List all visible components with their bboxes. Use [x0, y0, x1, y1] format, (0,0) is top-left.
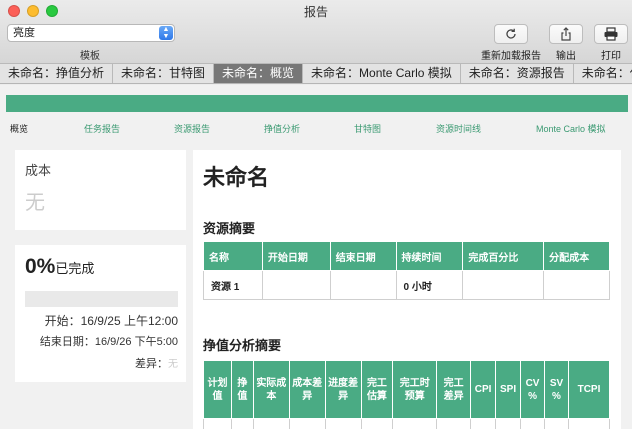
start-date: 开始：16/9/25 上午12:00: [44, 314, 178, 328]
project-summary-card: 未命名 资源摘要 名称 开始日期 结束日期 持续时间 完成百分比 分配成本 资源…: [193, 150, 621, 429]
column-header: 完成百分比: [462, 241, 545, 271]
table-cell: [360, 418, 394, 429]
table-cell: [392, 418, 438, 429]
cost-value: 无: [25, 192, 45, 214]
tab-overview[interactable]: 未命名：概览: [214, 64, 304, 83]
reload-report-button[interactable]: [494, 24, 528, 44]
report-nav-ev-analysis[interactable]: 挣值分析: [264, 122, 300, 135]
ev-summary-table: 计划值 挣值 实际成本 成本差异 进度差异 完工估算 完工时预算 完工差异 CP…: [203, 360, 611, 429]
column-header: 完工估算: [360, 360, 394, 419]
print-label: 打印: [601, 51, 621, 62]
table-row[interactable]: 资源 1 0 小时: [203, 270, 610, 300]
column-header: 计划值: [203, 360, 232, 419]
tab-gantt[interactable]: 未命名：甘特图: [113, 64, 215, 83]
cost-title: 成本: [25, 163, 52, 178]
ev-table-header-row: 计划值 挣值 实际成本 成本差异 进度差异 完工估算 完工时预算 完工差异 CP…: [203, 360, 611, 419]
table-cell: [567, 418, 611, 429]
export-button[interactable]: [549, 24, 583, 44]
column-header: 持续时间: [395, 241, 464, 271]
column-header: SPI: [495, 360, 522, 419]
table-cell: [462, 270, 545, 300]
table-cell: [203, 418, 232, 429]
reload-icon: [506, 28, 516, 39]
theme-select-value: 亮度: [13, 27, 35, 39]
report-nav-overview[interactable]: 概览: [10, 122, 28, 135]
table-row[interactable]: [203, 418, 611, 429]
report-nav-monte-carlo[interactable]: Monte Carlo 模拟: [536, 122, 606, 135]
theme-label: 模板: [80, 51, 100, 62]
column-header: CV %: [520, 360, 546, 419]
column-header: 结束日期: [329, 241, 397, 271]
print-button[interactable]: [594, 24, 628, 44]
export-label: 输出: [556, 51, 576, 62]
printer-icon: [604, 27, 618, 41]
resource-summary-table: 名称 开始日期 结束日期 持续时间 完成百分比 分配成本 资源 1 0 小时: [203, 241, 610, 300]
window-titlebar: 报告 亮度 ▲ ▼ 模板 重新加载报告 输出 打印: [0, 0, 632, 64]
resource-summary-title: 资源摘要: [203, 221, 256, 236]
completion-percent-suffix: 已完成: [55, 261, 95, 276]
ev-summary-title: 挣值分析摘要: [203, 338, 282, 353]
table-cell: [288, 418, 326, 429]
column-header: 进度差异: [324, 360, 362, 419]
table-cell: [470, 418, 497, 429]
table-cell: [230, 418, 254, 429]
reload-report-label: 重新加载报告: [481, 51, 541, 62]
column-header: 完工差异: [436, 360, 472, 419]
end-date: 结束日期：16/9/26 下午5:00: [39, 336, 178, 348]
report-view: 概览 任务报告 资源报告 挣值分析 甘特图 资源时间线 Monte Carlo …: [0, 85, 632, 429]
column-header: TCPI: [567, 360, 611, 419]
chevron-updown-icon: ▲ ▼: [159, 26, 173, 40]
table-cell: 资源 1: [203, 270, 263, 300]
column-header: 分配成本: [543, 241, 610, 271]
table-cell: [544, 418, 569, 429]
column-header: 名称: [203, 241, 263, 271]
report-nav-task-report[interactable]: 任务报告: [84, 122, 120, 135]
variance-value: 无: [168, 359, 178, 370]
resource-table-header-row: 名称 开始日期 结束日期 持续时间 完成百分比 分配成本: [203, 241, 610, 271]
column-header: SV %: [544, 360, 569, 419]
completion-progress-bar: [25, 291, 178, 307]
table-cell: [261, 270, 331, 300]
report-nav-resource-timeline[interactable]: 资源时间线: [436, 122, 481, 135]
report-header-bar: [6, 95, 628, 112]
column-header: 成本差异: [288, 360, 326, 419]
tab-resource-report[interactable]: 未命名：资源报告: [461, 64, 574, 83]
table-cell: [520, 418, 546, 429]
column-header: 完工时预算: [392, 360, 438, 419]
cost-card: 成本 无: [15, 150, 186, 230]
document-tabs: 未命名：挣值分析 未命名：甘特图 未命名：概览 未命名：Monte Carlo …: [0, 64, 632, 84]
share-icon: [561, 27, 571, 41]
completion-percent-value: 0%: [25, 255, 56, 278]
table-cell: [252, 418, 290, 429]
report-nav-resource-report[interactable]: 资源报告: [174, 122, 210, 135]
completion-card: 0%已完成 开始：16/9/25 上午12:00 结束日期：16/9/26 下午…: [15, 245, 186, 382]
column-header: CPI: [470, 360, 497, 419]
tab-task-report[interactable]: 未命名：任务报: [574, 64, 632, 83]
tab-ev-analysis[interactable]: 未命名：挣值分析: [0, 64, 114, 83]
window-title: 报告: [303, 5, 328, 19]
report-nav: 概览 任务报告 资源报告 挣值分析 甘特图 资源时间线 Monte Carlo …: [10, 122, 622, 134]
variance: 差异：无: [135, 355, 178, 371]
completion-percent: 0%已完成: [25, 255, 94, 279]
theme-select[interactable]: 亮度 ▲ ▼: [7, 24, 175, 42]
table-cell: [543, 270, 610, 300]
table-cell: [329, 270, 397, 300]
table-cell: 0 小时: [395, 270, 464, 300]
project-title: 未命名: [203, 165, 270, 190]
column-header: 挣值: [230, 360, 254, 419]
table-cell: [324, 418, 362, 429]
column-header: 实际成本: [252, 360, 290, 419]
report-nav-gantt[interactable]: 甘特图: [354, 122, 381, 135]
variance-label: 差异：: [135, 358, 168, 370]
tab-monte-carlo[interactable]: 未命名：Monte Carlo 模拟: [303, 64, 461, 83]
table-cell: [436, 418, 472, 429]
table-cell: [495, 418, 522, 429]
column-header: 开始日期: [261, 241, 331, 271]
